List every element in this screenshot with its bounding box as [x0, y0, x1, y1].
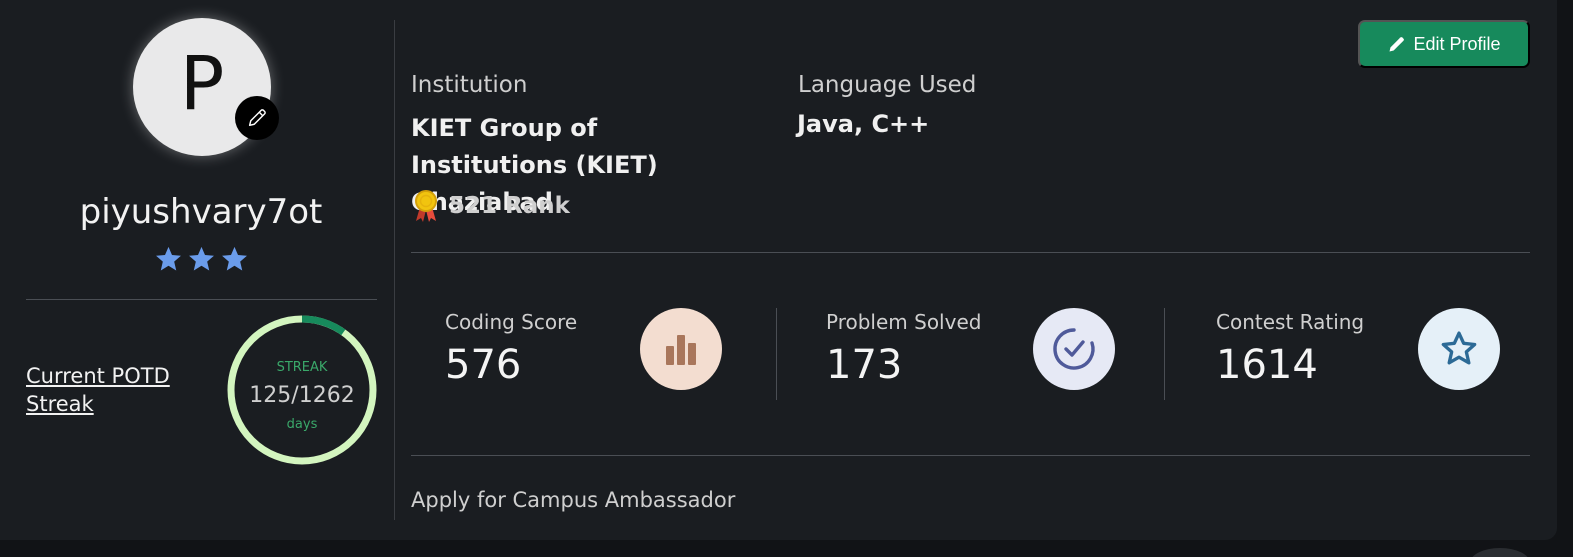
coding-score-badge [640, 308, 722, 390]
star-icon [155, 246, 181, 271]
streak-label: STREAK [276, 360, 328, 375]
language-label: Language Used [798, 72, 977, 98]
rank-text: 521 Rank [449, 193, 570, 219]
profile-card: P piyushvary7ot Current POTD Streak STRE… [0, 0, 1557, 540]
streak-current: 125 [249, 383, 292, 408]
divider-bottom [411, 455, 1530, 456]
bar-chart-icon [666, 335, 696, 365]
left-divider [26, 299, 377, 300]
divider-top [411, 252, 1530, 253]
avatar-letter: P [179, 41, 225, 127]
star-rating [0, 245, 402, 274]
pencil-icon [248, 109, 266, 127]
star-icon [188, 246, 214, 271]
edit-profile-label: Edit Profile [1413, 33, 1501, 54]
problem-solved-value: 173 [826, 342, 903, 388]
star-icon [1441, 331, 1477, 365]
edit-avatar-button[interactable] [235, 96, 279, 140]
contest-rating-value: 1614 [1216, 342, 1318, 388]
stat-separator [776, 308, 777, 400]
potd-streak-link[interactable]: Current POTD Streak [26, 362, 196, 418]
coding-score-label: Coding Score [445, 310, 578, 334]
streak-total: /1262 [291, 383, 355, 408]
streak-unit: days [286, 417, 318, 432]
problem-solved-badge [1033, 308, 1115, 390]
edit-profile-button[interactable]: Edit Profile [1358, 20, 1530, 68]
pencil-icon [1389, 37, 1405, 52]
column-divider [394, 20, 395, 520]
username: piyushvary7ot [79, 192, 323, 232]
contest-rating-badge [1418, 308, 1500, 390]
coding-score-value: 576 [445, 342, 522, 388]
rank: 521 Rank [411, 189, 570, 223]
medal-icon [415, 190, 437, 222]
check-circle-icon [1053, 328, 1095, 370]
star-icon [221, 246, 247, 271]
streak-value: 125/1262 [226, 383, 378, 408]
contest-rating-label: Contest Rating [1216, 310, 1365, 334]
institution-label: Institution [411, 72, 528, 98]
campus-ambassador-link[interactable]: Apply for Campus Ambassador [411, 488, 735, 512]
stat-separator [1164, 308, 1165, 400]
language-value: Java, C++ [797, 110, 930, 138]
scroll-indicator[interactable] [1470, 548, 1530, 557]
problem-solved-label: Problem Solved [826, 310, 982, 334]
